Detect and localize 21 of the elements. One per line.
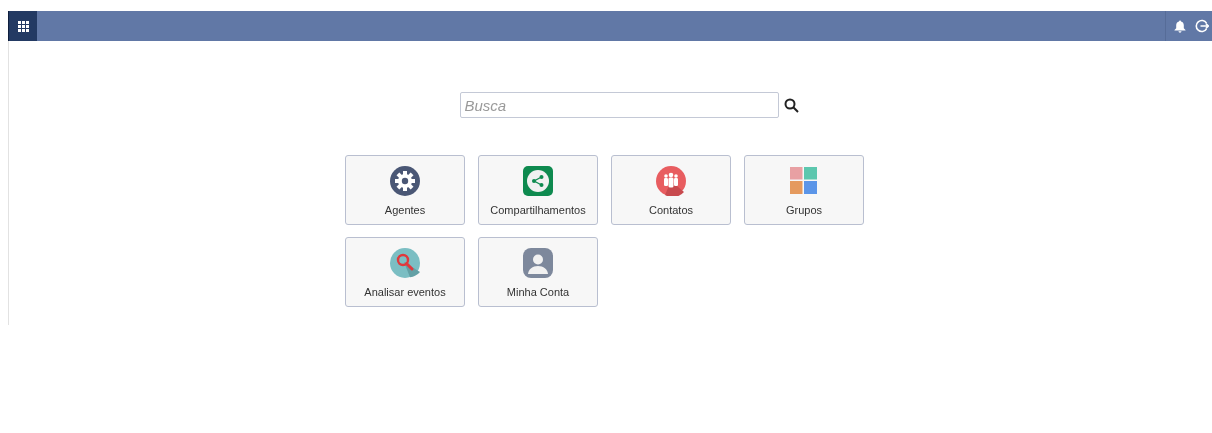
share-icon <box>523 166 553 196</box>
search-button[interactable] <box>783 97 800 113</box>
app-tile[interactable]: Agentes <box>345 155 465 225</box>
person-icon <box>523 248 553 278</box>
gear-icon <box>390 166 420 196</box>
people-icon <box>656 166 686 196</box>
app-tile[interactable]: Grupos <box>744 155 864 225</box>
logout-icon <box>1195 19 1209 33</box>
app-tile[interactable]: Minha Conta <box>478 237 598 307</box>
tiles-icon <box>789 166 819 196</box>
bell-icon <box>1174 19 1186 33</box>
apps-button[interactable] <box>8 11 37 41</box>
search-field[interactable]: Busca <box>459 92 779 118</box>
grid-icon <box>17 20 29 32</box>
logout-button[interactable] <box>1195 19 1209 33</box>
search-icon <box>784 97 799 113</box>
app-tile[interactable]: Compartilhamentos <box>478 155 598 225</box>
app-tile[interactable]: Analisar eventos <box>345 237 465 307</box>
notifications-button[interactable] <box>1174 19 1186 33</box>
app-tile[interactable]: Contatos <box>611 155 731 225</box>
magnifier-icon <box>390 248 420 278</box>
